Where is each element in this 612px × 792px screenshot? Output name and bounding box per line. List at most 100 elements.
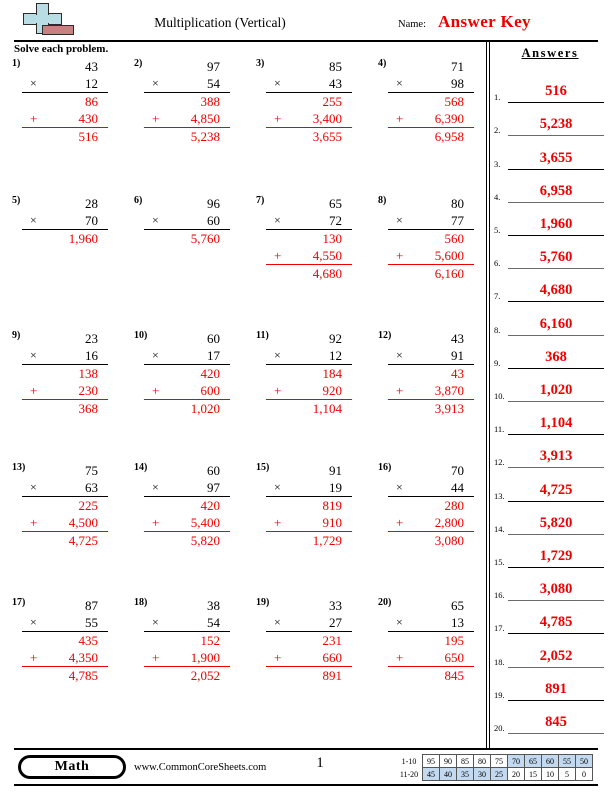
product: 368 [78,401,99,416]
multiply-operator: × [30,615,37,629]
partial-product: 130 [266,230,352,247]
multiplier-row: × 27 [266,614,352,632]
partial-product-value: 6,390 [434,111,464,126]
partial-product-value: 420 [200,498,221,513]
multiplier: 77 [451,213,464,228]
product: 516 [78,129,99,144]
answer-value: 1,104 [539,415,573,432]
answer-row: 14. 5,820 [492,502,608,535]
plus-operator: + [396,515,404,530]
multiplier-row: × 43 [266,75,352,93]
partial-product-value: 195 [444,633,465,648]
problem-number: 5) [12,195,21,206]
partial-product: +4,500 [22,514,108,532]
answer-row: 6. 5,760 [492,236,608,270]
partial-product: +5,600 [388,247,474,265]
multiplicand: 96 [207,196,220,211]
partial-product: 86 [22,93,108,110]
answer-index: 14. [494,523,505,534]
multiply-operator: × [396,76,403,90]
problem-stack: 43 × 12 86 +430 516 [22,58,108,145]
grading-cell: 90 [439,754,457,768]
multiplier: 44 [451,480,464,495]
multiplier-row: × 91 [388,347,474,365]
subject-badge-label: Math [21,758,123,776]
grading-cell: 85 [456,754,474,768]
product: 3,655 [312,129,342,144]
answer-index: 8. [494,324,501,335]
multiplier-row: × 97 [144,479,230,497]
multiplier-row: × 54 [144,75,230,93]
multiplier-row: × 60 [144,212,230,230]
multiplicand: 43 [451,331,464,346]
multiplier-row: × 63 [22,479,108,497]
answer-value: 6,160 [539,315,573,332]
partial-product-value: 86 [85,94,98,109]
partial-product: 388 [144,93,230,110]
partial-product: 138 [22,365,108,382]
answer-value: 3,655 [539,149,573,166]
partial-product-value: 4,550 [312,248,342,263]
partial-product-value: 255 [322,94,343,109]
partial-product: 568 [388,93,474,110]
problem-stack: 43 × 91 43 +3,870 3,913 [388,330,474,417]
site-url: www.CommonCoreSheets.com [134,762,267,773]
grading-cell: 20 [507,767,525,781]
multiplier: 54 [207,76,220,91]
multiplier-row: × 13 [388,614,474,632]
answer-row: 15. 1,729 [492,535,608,568]
answer-index: 19. [494,689,505,700]
answer-index: 15. [494,556,505,567]
answer-value: 368 [545,348,567,365]
multiplier: 98 [451,76,464,91]
problem-stack: 85 × 43 255 +3,400 3,655 [266,58,352,145]
multiplier-row: × 17 [144,347,230,365]
partial-product-value: 280 [444,498,465,513]
partial-product: +5,400 [144,514,230,532]
answer-value: 1,020 [539,381,573,398]
multiply-operator: × [30,480,37,494]
answer-index: 13. [494,490,505,501]
plus-operator: + [274,650,282,665]
product: 3,080 [434,533,464,548]
grading-cell: 55 [558,754,576,768]
answer-value: 1,729 [539,547,573,564]
multiplier-row: × 77 [388,212,474,230]
partial-product: 231 [266,632,352,649]
multiplier: 72 [329,213,342,228]
partial-product: +430 [22,110,108,128]
multiply-operator: × [274,615,281,629]
problem-stack: 65 × 13 195 +650 845 [388,597,474,684]
answer-value: 516 [545,83,567,100]
partial-product: 225 [22,497,108,514]
multiplicand: 75 [85,463,98,478]
partial-product-value: 560 [444,231,465,246]
answer-row: 5. 1,960 [492,203,608,236]
partial-product-value: 388 [200,94,221,109]
partial-product-value: 4,850 [190,111,220,126]
multiply-operator: × [396,348,403,362]
answer-index: 3. [494,158,501,169]
problem-number: 2) [134,58,143,69]
name-value: Answer Key [438,12,531,31]
multiplicand: 65 [329,196,342,211]
answers-title: Answers [521,46,579,60]
multiply-operator: × [274,213,281,227]
problem-stack: 75 × 63 225 +4,500 4,725 [22,462,108,549]
grading-cell: 10 [541,767,559,781]
grading-row-label: 11-20 [399,769,419,779]
multiply-operator: × [30,76,37,90]
partial-product: +660 [266,649,352,667]
multiply-operator: × [396,213,403,227]
grading-cell: 80 [473,754,491,768]
product: 1,960 [68,231,98,246]
multiplier: 91 [451,348,464,363]
partial-product: +4,350 [22,649,108,667]
partial-product: 152 [144,632,230,649]
partial-product: +920 [266,382,352,400]
multiplicand: 70 [451,463,464,478]
multiplicand: 60 [207,331,220,346]
answer-row: 12. 3,913 [492,435,608,469]
answer-row: 19. 891 [492,668,608,701]
answer-index: 18. [494,656,505,667]
